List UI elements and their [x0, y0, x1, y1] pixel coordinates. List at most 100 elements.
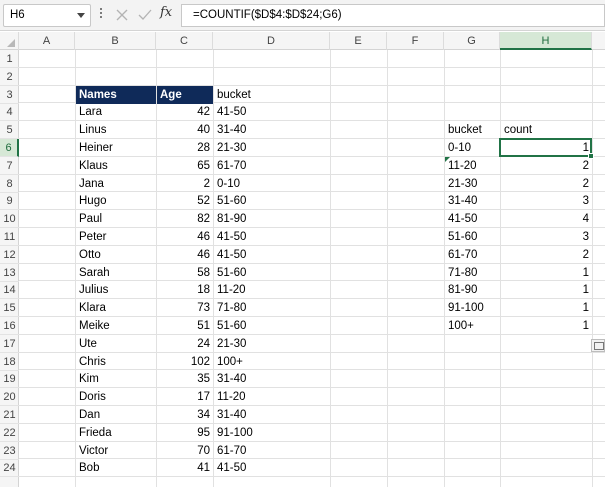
- row-header-22[interactable]: 22: [0, 424, 19, 442]
- row-header-11[interactable]: 11: [0, 228, 19, 246]
- name-cell[interactable]: Chris: [76, 353, 156, 371]
- row-header-23[interactable]: 23: [0, 442, 19, 460]
- count-bucket-cell[interactable]: 91-100: [445, 299, 500, 317]
- name-cell[interactable]: Lara: [76, 103, 156, 121]
- insert-function-icon[interactable]: fx: [160, 5, 172, 20]
- count-value-cell[interactable]: 1: [501, 299, 592, 317]
- bucket-cell[interactable]: 0-10: [214, 175, 330, 193]
- column-header-a[interactable]: A: [19, 32, 75, 50]
- table-header-bucket[interactable]: bucket: [214, 86, 330, 104]
- bucket-cell[interactable]: 31-40: [214, 370, 330, 388]
- count-bucket-cell[interactable]: 21-30: [445, 175, 500, 193]
- column-header-f[interactable]: F: [387, 32, 444, 50]
- row-header-17[interactable]: 17: [0, 335, 19, 353]
- row-header-3[interactable]: 3: [0, 86, 19, 104]
- fill-handle[interactable]: [588, 152, 594, 159]
- name-cell[interactable]: Klaus: [76, 157, 156, 175]
- count-bucket-cell[interactable]: 100+: [445, 317, 500, 335]
- quick-analysis-icon[interactable]: [591, 339, 605, 352]
- row-header-6[interactable]: 6: [0, 139, 19, 157]
- name-cell[interactable]: Frieda: [76, 424, 156, 442]
- worksheet-grid[interactable]: Names Age bucket Lara 42 41-50 Linus 40 31-40 Hei…: [19, 50, 605, 487]
- table-header-age[interactable]: Age: [157, 85, 213, 104]
- age-cell[interactable]: 24: [157, 335, 213, 353]
- age-cell[interactable]: 46: [157, 228, 213, 246]
- cancel-icon[interactable]: [114, 6, 130, 24]
- name-cell[interactable]: Kim: [76, 370, 156, 388]
- count-bucket-cell[interactable]: 71-80: [445, 264, 500, 282]
- age-cell[interactable]: 73: [157, 299, 213, 317]
- bucket-cell[interactable]: 11-20: [214, 388, 330, 406]
- row-header-18[interactable]: 18: [0, 353, 19, 371]
- bucket-cell[interactable]: 21-30: [214, 335, 330, 353]
- count-bucket-cell[interactable]: 41-50: [445, 210, 500, 228]
- name-cell[interactable]: Heiner: [76, 139, 156, 157]
- age-cell[interactable]: 40: [157, 121, 213, 139]
- count-value-cell[interactable]: 1: [501, 264, 592, 282]
- count-value-cell[interactable]: 4: [501, 210, 592, 228]
- formula-input[interactable]: =COUNTIF($D$4:$D$24;G6): [181, 4, 605, 27]
- bucket-cell[interactable]: 31-40: [214, 406, 330, 424]
- name-cell[interactable]: Paul: [76, 210, 156, 228]
- row-header-1[interactable]: 1: [0, 50, 19, 68]
- name-cell[interactable]: Klara: [76, 299, 156, 317]
- count-value-cell[interactable]: 2: [501, 246, 592, 264]
- column-header-d[interactable]: D: [213, 32, 330, 50]
- age-cell[interactable]: 2: [157, 175, 213, 193]
- age-cell[interactable]: 34: [157, 406, 213, 424]
- age-cell[interactable]: 65: [157, 157, 213, 175]
- count-value-cell[interactable]: 2: [501, 175, 592, 193]
- bucket-cell[interactable]: 51-60: [214, 192, 330, 210]
- name-cell[interactable]: Doris: [76, 388, 156, 406]
- row-header-4[interactable]: 4: [0, 103, 19, 122]
- name-cell[interactable]: Linus: [76, 121, 156, 139]
- chevron-down-icon[interactable]: [77, 13, 85, 18]
- bucket-cell[interactable]: 41-50: [214, 103, 330, 121]
- name-cell[interactable]: Sarah: [76, 264, 156, 282]
- age-cell[interactable]: 52: [157, 192, 213, 210]
- row-header-21[interactable]: 21: [0, 406, 19, 424]
- count-bucket-cell[interactable]: 81-90: [445, 281, 500, 299]
- age-cell[interactable]: 82: [157, 210, 213, 228]
- age-cell[interactable]: 51: [157, 317, 213, 335]
- bucket-cell[interactable]: 61-70: [214, 157, 330, 175]
- name-cell[interactable]: Julius: [76, 281, 156, 299]
- bucket-cell[interactable]: 100+: [214, 353, 330, 371]
- age-cell[interactable]: 102: [157, 353, 213, 371]
- count-value-cell[interactable]: 1: [501, 317, 592, 335]
- row-header-19[interactable]: 19: [0, 370, 19, 389]
- count-bucket-cell[interactable]: 51-60: [445, 228, 500, 246]
- row-header-8[interactable]: 8: [0, 175, 19, 193]
- name-box[interactable]: H6: [3, 4, 91, 27]
- count-value-cell[interactable]: 2: [501, 157, 592, 175]
- enter-icon[interactable]: [137, 6, 153, 24]
- row-header-24[interactable]: 24: [0, 459, 19, 478]
- column-header-h[interactable]: H: [500, 32, 592, 50]
- bucket-cell[interactable]: 41-50: [214, 459, 330, 477]
- active-cell-selection[interactable]: [499, 138, 592, 157]
- count-value-cell[interactable]: 3: [501, 192, 592, 210]
- age-cell[interactable]: 42: [157, 103, 213, 121]
- bucket-cell[interactable]: 41-50: [214, 246, 330, 264]
- row-header-12[interactable]: 12: [0, 246, 19, 264]
- bucket-cell[interactable]: 51-60: [214, 317, 330, 335]
- count-value-cell[interactable]: 3: [501, 228, 592, 246]
- name-cell[interactable]: Victor: [76, 442, 156, 460]
- age-cell[interactable]: 35: [157, 370, 213, 388]
- name-cell[interactable]: Bob: [76, 459, 156, 477]
- column-header-b[interactable]: B: [75, 32, 156, 50]
- row-header-14[interactable]: 14: [0, 281, 19, 300]
- row-header-10[interactable]: 10: [0, 210, 19, 229]
- bucket-cell[interactable]: 81-90: [214, 210, 330, 228]
- age-cell[interactable]: 95: [157, 424, 213, 442]
- bucket-cell[interactable]: 51-60: [214, 264, 330, 282]
- error-indicator-icon[interactable]: [445, 156, 450, 162]
- column-header-g[interactable]: G: [444, 32, 500, 50]
- row-header-13[interactable]: 13: [0, 264, 19, 282]
- bucket-cell[interactable]: 11-20: [214, 281, 330, 299]
- name-cell[interactable]: Jana: [76, 175, 156, 193]
- name-cell[interactable]: Otto: [76, 246, 156, 264]
- age-cell[interactable]: 46: [157, 246, 213, 264]
- name-cell[interactable]: Ute: [76, 335, 156, 353]
- row-header-2[interactable]: 2: [0, 68, 19, 86]
